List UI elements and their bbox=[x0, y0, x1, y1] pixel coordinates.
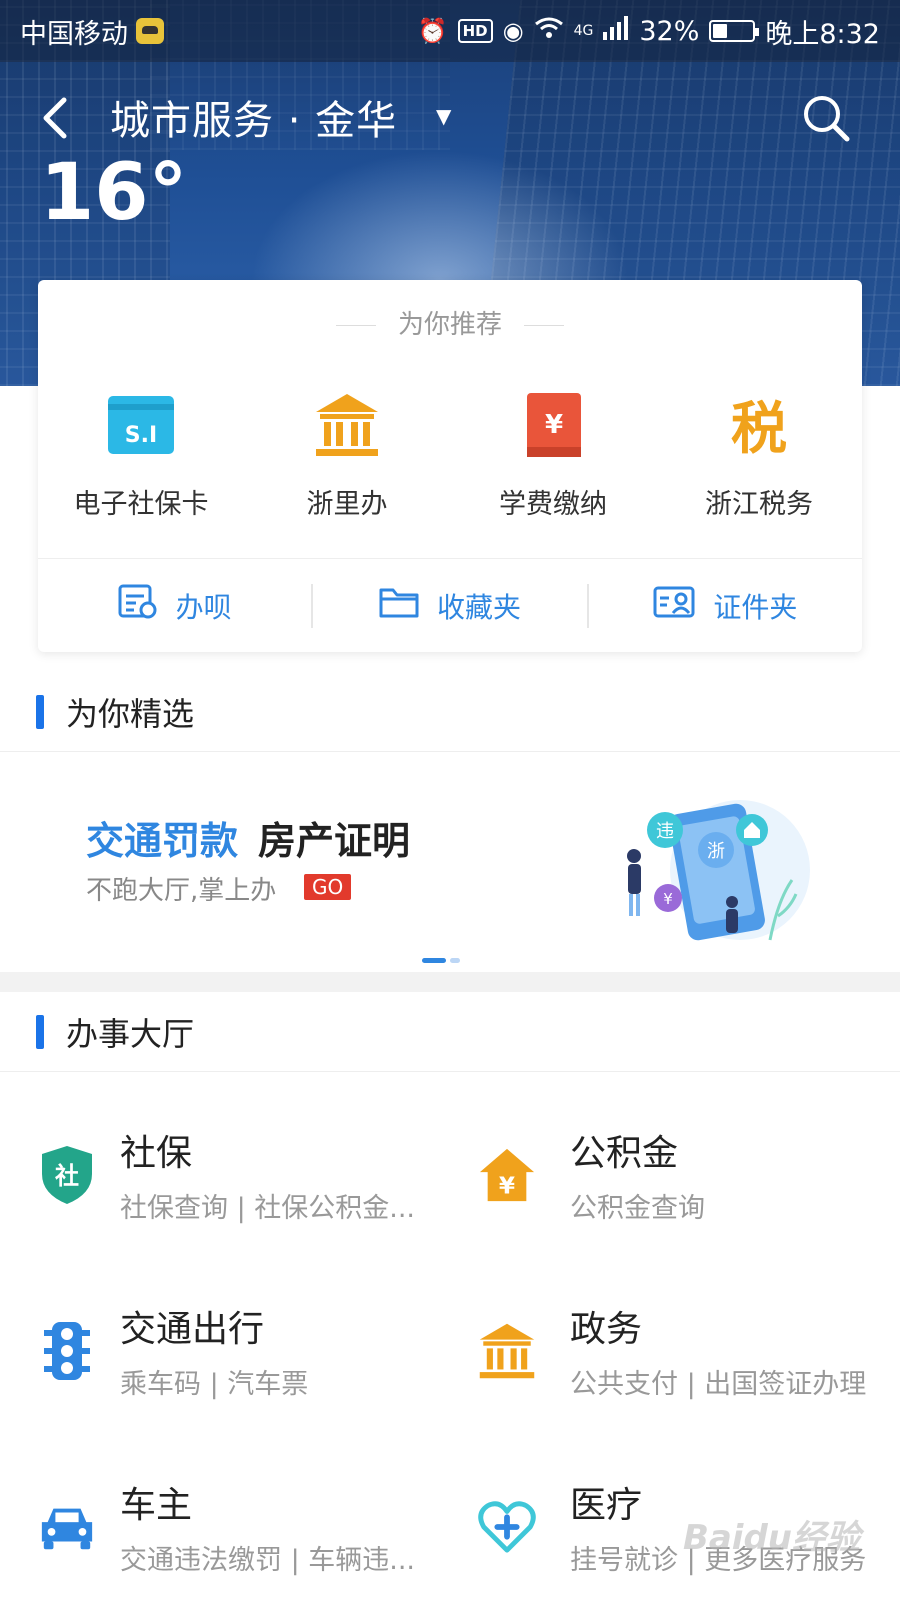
recommend-item-zhejiang-tax[interactable]: 税 浙江税务 bbox=[656, 390, 862, 521]
service-title: 政务 bbox=[570, 1309, 643, 1350]
housing-fund-icon: ¥ bbox=[478, 1144, 536, 1206]
section-gap bbox=[0, 972, 900, 992]
tool-label: 收藏夹 bbox=[436, 590, 521, 624]
tuition-book-icon: ¥ bbox=[518, 390, 588, 460]
battery-icon bbox=[709, 20, 760, 42]
task-list-icon bbox=[118, 584, 158, 627]
social-security-shield-icon: 社 bbox=[38, 1144, 96, 1206]
carousel-dot bbox=[450, 958, 460, 963]
wifi-icon bbox=[534, 16, 564, 46]
recommend-item-label: 浙江税务 bbox=[705, 489, 813, 520]
clock-time: 晚上8:32 bbox=[765, 18, 880, 50]
folder-icon bbox=[379, 586, 419, 625]
search-button[interactable] bbox=[800, 92, 852, 144]
recommend-grid: S.I 电子社保卡 浙里办 ¥ 学费缴纳 税 浙江税务 bbox=[38, 390, 862, 521]
hall-section-header: 办事大厅 bbox=[0, 992, 900, 1072]
service-transport[interactable]: 交通出行 乘车码 | 汽车票 bbox=[0, 1260, 450, 1436]
section-marker bbox=[36, 694, 44, 729]
recommend-item-si-card[interactable]: S.I 电子社保卡 bbox=[38, 390, 244, 521]
recommend-item-zheliban[interactable]: 浙里办 bbox=[244, 390, 450, 521]
service-title: 社保 bbox=[120, 1133, 193, 1174]
top-navigation: 城市服务 · 金华 ▼ bbox=[0, 80, 900, 158]
service-title: 医疗 bbox=[570, 1485, 643, 1526]
service-government-affairs[interactable]: 政务 公共支付 | 出国签证办理 bbox=[450, 1260, 900, 1436]
banner-title-blue: 交通罚款 bbox=[86, 819, 239, 863]
tool-id-cards[interactable]: 证件夹 bbox=[586, 583, 862, 628]
banner-subtitle: 不跑大厅,掌上办 bbox=[86, 876, 277, 906]
tuition-book-symbol: ¥ bbox=[545, 410, 563, 440]
promo-banner[interactable]: 交通罚款 房产证明 不跑大厅,掌上办 GO 违 浙 ¥ bbox=[0, 770, 900, 970]
service-subtitle: 交通违法缴罚 | 车辆违... bbox=[120, 1545, 416, 1576]
tax-icon: 税 bbox=[724, 390, 794, 460]
car-app-icon bbox=[136, 18, 164, 44]
eye-icon: ◉ bbox=[502, 17, 524, 45]
temperature: 16° bbox=[40, 148, 188, 238]
recommend-heading: 为你推荐 bbox=[38, 304, 862, 341]
recommend-item-label: 学费缴纳 bbox=[499, 489, 607, 520]
tool-favorites[interactable]: 收藏夹 bbox=[311, 583, 586, 628]
service-social-security[interactable]: 社 社保 社保查询 | 社保公积金... bbox=[0, 1084, 450, 1260]
government-building-icon bbox=[312, 390, 382, 460]
service-housing-fund[interactable]: ¥ 公积金 公积金查询 bbox=[450, 1084, 900, 1260]
tool-banbei[interactable]: 办呗 bbox=[38, 584, 311, 628]
alarm-icon: ⏰ bbox=[417, 17, 448, 45]
dropdown-caret-icon[interactable]: ▼ bbox=[436, 104, 451, 128]
featured-section-header: 为你精选 bbox=[0, 672, 900, 752]
back-button[interactable] bbox=[38, 96, 78, 140]
si-card-icon: S.I bbox=[106, 390, 176, 460]
banner-go-badge: GO bbox=[304, 874, 352, 900]
svg-text:¥: ¥ bbox=[663, 890, 673, 908]
section-title: 为你精选 bbox=[66, 694, 195, 733]
banner-title-dark: 房产证明 bbox=[258, 819, 411, 863]
service-subtitle: 乘车码 | 汽车票 bbox=[120, 1369, 309, 1400]
id-card-icon bbox=[653, 586, 695, 625]
shield-icon-text: 社 bbox=[55, 1162, 79, 1190]
network-type: 4G bbox=[573, 23, 594, 39]
status-bar: 中国移动 ⏰ HD ◉ 4G 32% 晚上8:32 bbox=[0, 0, 900, 62]
house-icon-symbol: ¥ bbox=[499, 1172, 515, 1199]
carrier-name: 中国移动 bbox=[20, 18, 128, 50]
carousel-dot-active bbox=[422, 958, 446, 963]
tool-label: 办呗 bbox=[175, 590, 232, 624]
service-title: 公积金 bbox=[570, 1133, 679, 1174]
service-subtitle: 公共支付 | 出国签证办理 bbox=[570, 1369, 867, 1400]
recommend-card: 为你推荐 S.I 电子社保卡 浙里办 ¥ 学费缴纳 税 浙江税务 办呗 收藏夹 … bbox=[38, 280, 862, 652]
svg-text:浙: 浙 bbox=[707, 841, 725, 862]
recommend-item-label: 电子社保卡 bbox=[73, 489, 209, 520]
battery-percent: 32% bbox=[639, 15, 700, 47]
city-selector-title[interactable]: 城市服务 · 金华 bbox=[110, 88, 397, 146]
quick-tools: 办呗 收藏夹 证件夹 bbox=[38, 559, 862, 652]
recommend-item-label: 浙里办 bbox=[306, 489, 388, 520]
banner-illustration: 违 浙 ¥ bbox=[620, 790, 810, 950]
service-subtitle: 公积金查询 bbox=[570, 1193, 705, 1224]
svg-text:违: 违 bbox=[656, 821, 674, 842]
carousel-indicator bbox=[422, 958, 460, 963]
hd-icon: HD bbox=[457, 19, 493, 43]
medical-heart-icon bbox=[478, 1496, 536, 1558]
si-card-text: S.I bbox=[125, 423, 157, 448]
service-title: 交通出行 bbox=[120, 1309, 265, 1350]
tax-icon-glyph: 税 bbox=[731, 397, 787, 458]
search-icon bbox=[804, 96, 850, 142]
watermark: Baidu经验 bbox=[682, 1518, 860, 1558]
government-building-icon bbox=[478, 1320, 536, 1382]
section-title: 办事大厅 bbox=[66, 1014, 195, 1053]
service-subtitle: 社保查询 | 社保公积金... bbox=[120, 1193, 416, 1224]
section-marker bbox=[36, 1014, 44, 1049]
service-title: 车主 bbox=[120, 1485, 193, 1526]
car-icon bbox=[38, 1496, 96, 1558]
recommend-item-tuition[interactable]: ¥ 学费缴纳 bbox=[450, 390, 656, 521]
city-services-page: 中国移动 ⏰ HD ◉ 4G 32% 晚上8:32 城市服务 · 金华 ▼ 16… bbox=[0, 0, 900, 1600]
service-car-owner[interactable]: 车主 交通违法缴罚 | 车辆违... bbox=[0, 1436, 450, 1600]
tool-label: 证件夹 bbox=[713, 590, 798, 624]
signal-icon bbox=[603, 15, 629, 47]
traffic-light-icon bbox=[38, 1320, 96, 1382]
